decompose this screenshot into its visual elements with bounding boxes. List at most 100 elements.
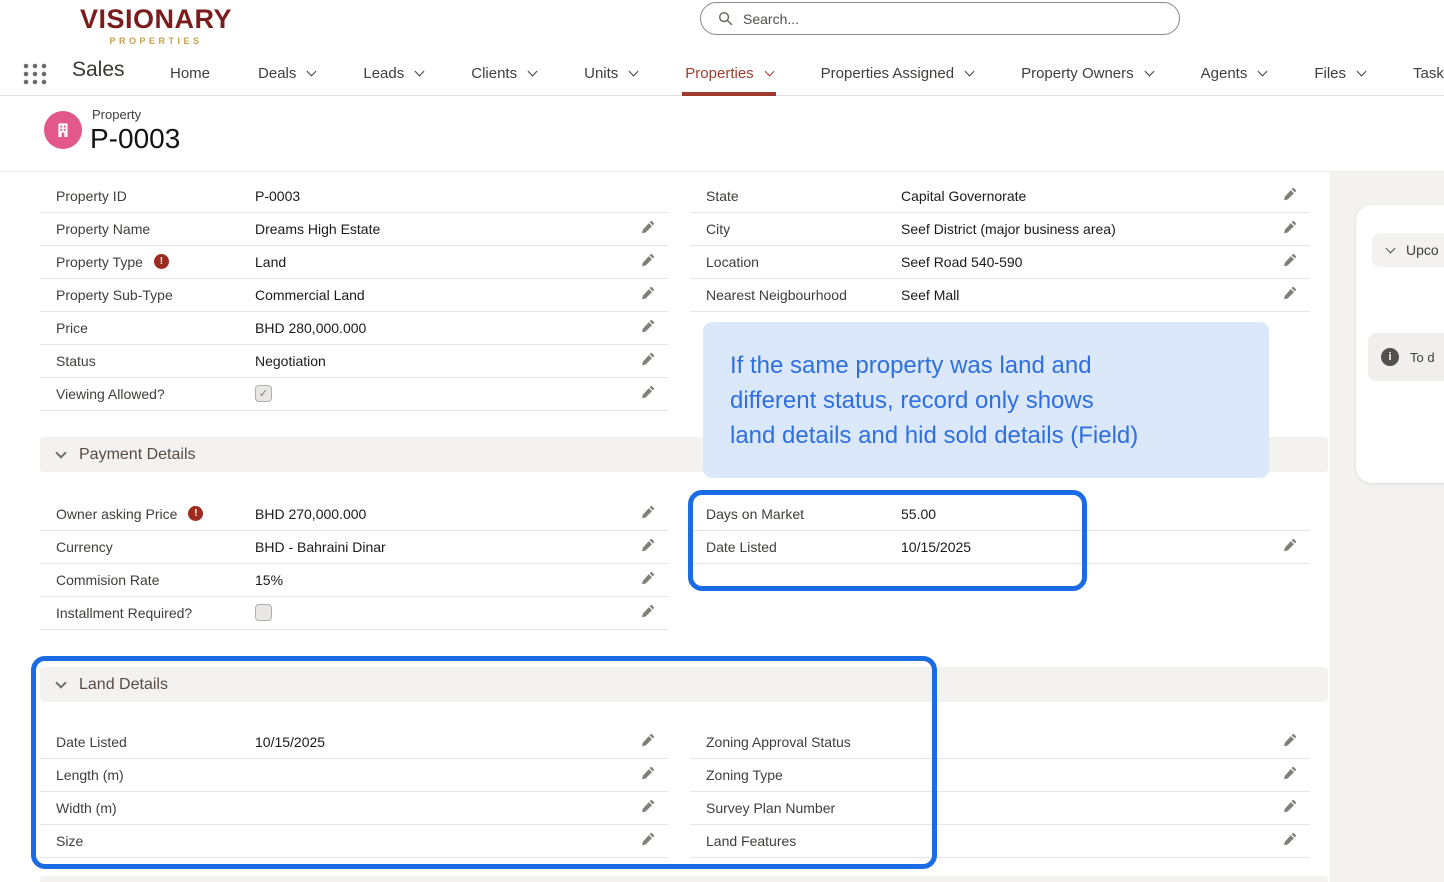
field-value: 10/15/2025	[255, 733, 325, 751]
nav-tab-label: Clients	[471, 65, 517, 82]
edit-pencil-icon[interactable]	[641, 538, 655, 554]
nav-tab-clients[interactable]: Clients	[471, 50, 536, 96]
chevron-down-icon	[1386, 244, 1396, 254]
field-label: Date Listed	[56, 733, 255, 758]
edit-pencil-icon[interactable]	[641, 604, 655, 620]
nav-tab-label: Agents	[1201, 65, 1248, 82]
upcoming-overdue-toggle[interactable]: Upco	[1372, 233, 1444, 267]
checkbox-checked[interactable]: ✓	[255, 385, 272, 402]
field-row: StateCapital Governorate	[690, 180, 1310, 213]
section-title: Payment Details	[79, 446, 196, 464]
app-launcher-icon[interactable]	[22, 61, 48, 87]
nav-tab-properties[interactable]: Properties	[685, 50, 772, 96]
field-label: Currency	[56, 538, 255, 563]
field-row: Size	[40, 825, 668, 858]
nav-tab-label: Properties Assigned	[821, 65, 954, 82]
edit-pencil-icon[interactable]	[1283, 253, 1297, 269]
edit-pencil-icon[interactable]	[1283, 832, 1297, 848]
field-row: CurrencyBHD - Bahraini Dinar	[40, 531, 668, 564]
field-label: State	[706, 187, 851, 212]
field-label: Size	[56, 832, 255, 857]
nav-tab-label: Tasks	[1413, 65, 1444, 82]
field-row: Commision Rate15%	[40, 564, 668, 597]
upcoming-label: Upco	[1406, 242, 1439, 258]
field-label: Length (m)	[56, 766, 255, 791]
nav-tab-files[interactable]: Files	[1314, 50, 1365, 96]
field-label: Zoning Approval Status	[706, 733, 851, 758]
search-input[interactable]	[743, 11, 1123, 27]
edit-pencil-icon[interactable]	[641, 352, 655, 368]
nav-tab-label: Units	[584, 65, 618, 82]
edit-pencil-icon[interactable]	[1283, 766, 1297, 782]
task-item[interactable]: i To d	[1368, 333, 1444, 381]
edit-pencil-icon[interactable]	[641, 799, 655, 815]
edit-pencil-icon[interactable]	[1283, 799, 1297, 815]
logo-subtext: PROPERTIES	[76, 36, 236, 46]
field-row: Property NameDreams High Estate	[40, 213, 668, 246]
field-label: Location	[706, 253, 851, 278]
field-value: Negotiation	[255, 352, 326, 370]
edit-pencil-icon[interactable]	[641, 253, 655, 269]
details-right-column: StateCapital Governorate City Seef Distric…	[690, 180, 1310, 312]
field-value: Seef District (major business area)	[901, 220, 1116, 238]
chevron-down-icon	[1357, 66, 1367, 76]
field-label: City	[706, 220, 851, 245]
edit-pencil-icon[interactable]	[641, 571, 655, 587]
chevron-down-icon	[1144, 66, 1154, 76]
edit-pencil-icon[interactable]	[1283, 187, 1297, 203]
nav-tab-deals[interactable]: Deals	[258, 50, 315, 96]
field-row: Zoning Approval Status	[690, 726, 1310, 759]
field-row: Date Listed10/15/2025	[40, 726, 668, 759]
nav-tab-properties-assigned[interactable]: Properties Assigned	[821, 50, 973, 96]
nav-tab-tasks[interactable]: Tasks	[1413, 50, 1444, 96]
nav-tab-units[interactable]: Units	[584, 50, 637, 96]
page-title: P-0003	[90, 123, 180, 155]
field-row: Location Seef Road 540-590	[690, 246, 1310, 279]
edit-pencil-icon[interactable]	[641, 319, 655, 335]
field-value: 15%	[255, 571, 283, 589]
nav-tab-label: Home	[170, 65, 210, 82]
checkbox-unchecked[interactable]	[255, 604, 272, 621]
nav-tab-property-owners[interactable]: Property Owners	[1021, 50, 1153, 96]
field-label: Width (m)	[56, 799, 255, 824]
field-value: BHD 280,000.000	[255, 319, 366, 337]
top-header: VISIONARY PROPERTIES	[0, 0, 1444, 50]
field-row: Survey Plan Number	[690, 792, 1310, 825]
edit-pencil-icon[interactable]	[641, 286, 655, 302]
nav-tab-leads[interactable]: Leads	[363, 50, 423, 96]
global-search[interactable]	[700, 2, 1180, 35]
edit-pencil-icon[interactable]	[1283, 286, 1297, 302]
field-value: Land	[255, 253, 286, 271]
task-icon: i	[1381, 348, 1399, 366]
field-value: Seef Road 540-590	[901, 253, 1022, 271]
payment-right-column: Days on Market55.00Date Listed10/15/2025	[690, 498, 1310, 564]
field-label: Commision Rate	[56, 571, 255, 596]
edit-pencil-icon[interactable]	[1283, 220, 1297, 236]
chevron-down-icon	[307, 66, 317, 76]
required-info-icon: !	[154, 254, 169, 269]
edit-pencil-icon[interactable]	[641, 505, 655, 521]
edit-pencil-icon[interactable]	[641, 733, 655, 749]
edit-pencil-icon[interactable]	[641, 220, 655, 236]
field-row: Property Sub-TypeCommercial Land	[40, 279, 668, 312]
chevron-down-icon	[55, 677, 66, 688]
edit-pencil-icon[interactable]	[641, 385, 655, 401]
annotation-line: land details and hid sold details (Field…	[730, 418, 1245, 453]
details-left-column: Property IDP-0003Property NameDreams Hig…	[40, 180, 668, 411]
chevron-down-icon	[629, 66, 639, 76]
section-header-land-details[interactable]: Land Details	[40, 667, 1328, 702]
field-label: Owner asking Price!	[56, 505, 255, 530]
edit-pencil-icon[interactable]	[1283, 538, 1297, 554]
nav-tab-agents[interactable]: Agents	[1201, 50, 1267, 96]
field-label: Installment Required?	[56, 604, 255, 629]
field-row: Width (m)	[40, 792, 668, 825]
logo-text: VISIONARY	[76, 4, 236, 35]
edit-pencil-icon[interactable]	[641, 766, 655, 782]
field-row: StatusNegotiation	[40, 345, 668, 378]
nav-tab-home[interactable]: Home	[170, 50, 210, 96]
section-title: Land Details	[79, 676, 168, 694]
edit-pencil-icon[interactable]	[1283, 733, 1297, 749]
field-value: 10/15/2025	[901, 538, 971, 556]
app-name: Sales	[72, 58, 125, 82]
edit-pencil-icon[interactable]	[641, 832, 655, 848]
